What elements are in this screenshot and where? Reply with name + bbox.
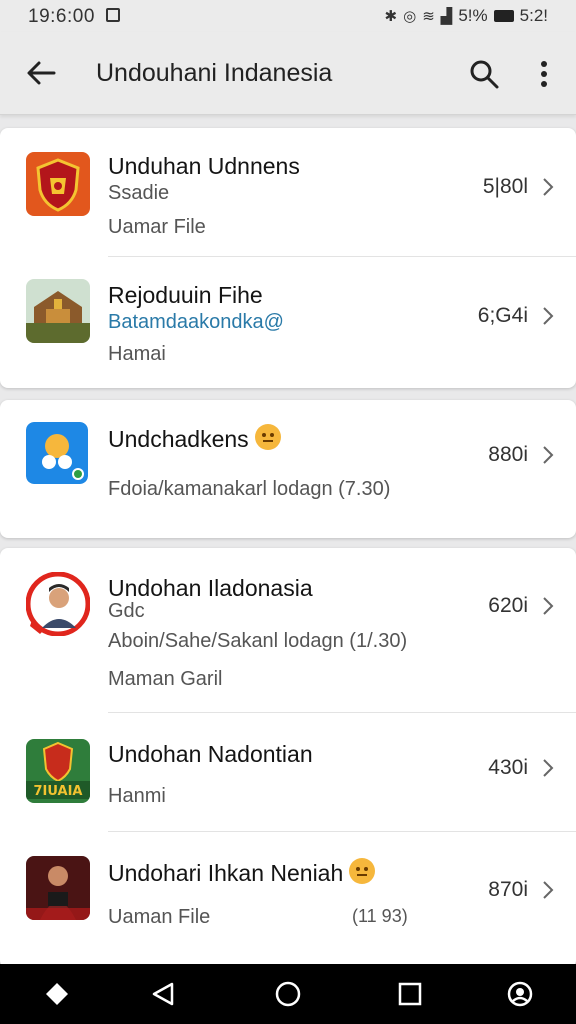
item-subtitle: Ssadie bbox=[108, 182, 170, 204]
chevron-right-icon bbox=[543, 597, 554, 615]
shield-crest-icon bbox=[26, 152, 90, 216]
list-item[interactable]: Rejoduuin Fihe Batamdaakondka@ Hamai 6;G… bbox=[0, 257, 576, 387]
item-title: Undchadkens bbox=[108, 424, 281, 453]
item-size: 620i bbox=[488, 594, 528, 617]
home-circle-icon[interactable] bbox=[272, 978, 304, 1010]
svg-text:7IUAIA: 7IUAIA bbox=[34, 784, 83, 799]
chevron-right-icon bbox=[543, 446, 554, 464]
list-item[interactable]: Undohan Iladonasia Gdc Aboin/Sahe/Sakanl… bbox=[0, 548, 576, 712]
system-nav-bar bbox=[0, 964, 576, 1024]
item-detail: Aboin/Sahe/Sakanl lodagn (1/.30) bbox=[108, 630, 408, 652]
temple-photo-icon bbox=[26, 279, 90, 343]
item-subtitle: Hanmi bbox=[108, 785, 166, 807]
item-detail: Fdoia/kamanakarl lodagn (7.30) bbox=[108, 478, 391, 500]
more-vert-icon[interactable] bbox=[532, 58, 556, 90]
item-detail: Hamai bbox=[108, 343, 166, 365]
man-portrait-icon bbox=[26, 572, 90, 636]
item-size: 6;G4i bbox=[477, 304, 528, 327]
item-count: (11 93) bbox=[352, 906, 408, 926]
item-title: Undohari Ihkan Neniah bbox=[108, 858, 376, 887]
search-icon[interactable] bbox=[468, 58, 500, 90]
status-bar: 19:6:00 ✱ ◎ ≋ ▟ 5!% 5:2! bbox=[0, 0, 576, 32]
page-title: Undouhani Indanesia bbox=[96, 59, 333, 87]
battery-percent: 5!% bbox=[458, 6, 488, 25]
list-item[interactable]: Unduhan Udnnens Ssadie Uamar File 5|80l bbox=[0, 128, 576, 256]
item-title: Unduhan Udnnens bbox=[108, 153, 300, 179]
download-group-3: Undohan Iladonasia Gdc Aboin/Sahe/Sakanl… bbox=[0, 548, 576, 968]
item-title: Rejoduuin Fihe bbox=[108, 282, 263, 308]
top-app-bar: Undouhani Indanesia bbox=[0, 32, 576, 115]
item-size: 5|80l bbox=[482, 175, 528, 198]
video-thumbnail-icon bbox=[26, 856, 90, 920]
item-detail-2: Maman Garil bbox=[108, 668, 223, 690]
back-arrow-icon[interactable] bbox=[24, 56, 58, 90]
notification-icon bbox=[106, 8, 120, 22]
list-item[interactable]: Undohari Ihkan Neniah Uaman File (11 93)… bbox=[0, 832, 576, 968]
chevron-right-icon bbox=[543, 307, 554, 325]
chevron-right-icon bbox=[543, 759, 554, 777]
status-clock: 5:2! bbox=[519, 6, 548, 25]
recents-square-icon[interactable] bbox=[394, 978, 426, 1010]
back-triangle-icon[interactable] bbox=[148, 978, 180, 1010]
wifi-icon: ≋ bbox=[422, 8, 435, 25]
diamond-icon[interactable] bbox=[41, 978, 73, 1010]
data-icon: ◎ bbox=[403, 8, 417, 25]
grimace-emoji-icon bbox=[349, 858, 376, 884]
people-app-icon bbox=[26, 422, 88, 484]
team-logo-icon: 7IUAIA bbox=[26, 739, 90, 803]
item-title-text: Undchadkens bbox=[108, 426, 249, 452]
alarm-icon: ✱ bbox=[384, 8, 398, 25]
item-size: 880i bbox=[488, 443, 528, 466]
signal-icon: ▟ bbox=[440, 8, 453, 25]
item-title: Undohan Nadontian bbox=[108, 741, 313, 767]
grimace-emoji-icon bbox=[254, 424, 281, 450]
item-link[interactable]: Batamdaakondka@ bbox=[108, 311, 284, 334]
item-title-text: Undohari Ihkan Neniah bbox=[108, 860, 344, 886]
list-item[interactable]: 7IUAIA Undohan Nadontian Hanmi 430i bbox=[0, 713, 576, 831]
chevron-right-icon bbox=[543, 881, 554, 899]
download-group-2: Undchadkens Fdoia/kamanakarl lodagn (7.3… bbox=[0, 400, 576, 538]
item-subtitle: Gdc bbox=[108, 600, 145, 622]
status-time: 19:6:00 bbox=[28, 6, 95, 27]
item-title: Undohan Iladonasia bbox=[108, 575, 313, 601]
item-subtitle: Uaman File bbox=[108, 906, 211, 928]
item-detail: Uamar File bbox=[108, 216, 206, 238]
battery-icon bbox=[493, 10, 514, 22]
status-icons: ✱ ◎ ≋ ▟ 5!% 5:2! bbox=[385, 6, 548, 26]
assistant-icon[interactable] bbox=[504, 978, 536, 1010]
item-size: 870i bbox=[488, 878, 528, 901]
list-item[interactable]: Undchadkens Fdoia/kamanakarl lodagn (7.3… bbox=[0, 400, 576, 538]
item-size: 430i bbox=[488, 756, 528, 779]
download-group-1: Unduhan Udnnens Ssadie Uamar File 5|80l … bbox=[0, 128, 576, 388]
chevron-right-icon bbox=[543, 178, 554, 196]
